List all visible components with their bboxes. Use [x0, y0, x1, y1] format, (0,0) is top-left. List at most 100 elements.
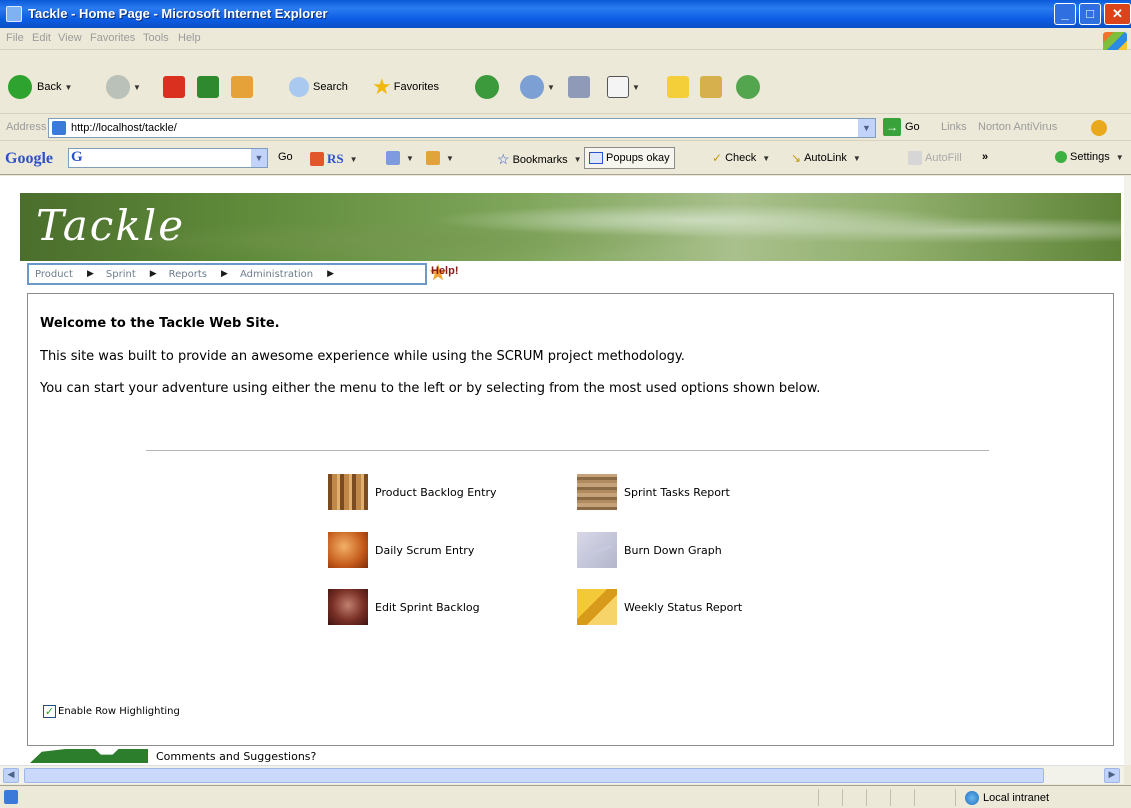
security-zone[interactable]: Local intranet: [965, 791, 1049, 805]
chevron-down-icon: ▼: [632, 82, 640, 92]
window-title-bar[interactable]: Tackle - Home Page - Microsoft Internet …: [0, 0, 1131, 28]
forward-arrow-icon: [106, 75, 130, 99]
menu-view[interactable]: View: [58, 32, 82, 44]
settings-button[interactable]: Settings ▼: [1055, 151, 1124, 163]
rs-button[interactable]: RS ▼: [310, 151, 358, 167]
check-button[interactable]: ✓ Check ▼: [712, 151, 770, 165]
menu-help[interactable]: Help: [178, 32, 201, 44]
menu-favorites[interactable]: Favorites: [90, 32, 135, 44]
link-label: Weekly Status Report: [624, 600, 743, 614]
scroll-thumb[interactable]: [24, 768, 1044, 783]
mail-icon: [520, 75, 544, 99]
news-icon: [386, 151, 400, 165]
menu-file[interactable]: File: [6, 32, 24, 44]
instructions-paragraph: You can start your adventure using eithe…: [40, 381, 821, 396]
search-label: Search: [313, 81, 348, 93]
nav-sprint[interactable]: Sprint ▶: [100, 269, 163, 280]
row-highlighting-label: Enable Row Highlighting: [58, 706, 180, 717]
go-label: Go: [905, 121, 920, 133]
popup-blocker-icon: [589, 152, 603, 164]
nav-reports[interactable]: Reports ▶: [163, 269, 234, 280]
windows-logo-icon: [1103, 32, 1127, 52]
settings-label: Settings: [1070, 151, 1110, 163]
scroll-left-icon[interactable]: ◀: [3, 768, 19, 783]
sprint-tasks-report-link[interactable]: Sprint Tasks Report: [577, 474, 730, 510]
weekly-status-report-link[interactable]: Weekly Status Report: [577, 589, 742, 625]
back-label: Back: [37, 81, 62, 93]
menu-tools[interactable]: Tools: [143, 32, 169, 44]
autolink-button[interactable]: ↘ AutoLink ▼: [791, 151, 861, 165]
mail-button[interactable]: ▼: [520, 73, 555, 101]
history-button[interactable]: [475, 73, 499, 101]
google-toolbar: Google G ▼ Go RS ▼ ▼ ▼ ☆ Bookmarks ▼ Pop…: [0, 142, 1131, 175]
bookmarks-button[interactable]: ☆ Bookmarks ▼: [497, 151, 582, 168]
chevron-down-icon: ▼: [852, 153, 861, 163]
chevron-down-icon[interactable]: ▼: [251, 149, 267, 167]
weekly-status-icon: [577, 589, 617, 625]
footer-logo: [30, 749, 148, 763]
links-label[interactable]: Links: [941, 121, 967, 133]
status-separator: [955, 789, 956, 806]
back-button[interactable]: Back ▼: [8, 73, 72, 101]
ie-app-icon[interactable]: [6, 6, 22, 22]
edit-sprint-backlog-link[interactable]: Edit Sprint Backlog: [328, 589, 480, 625]
google-go-button[interactable]: Go: [278, 151, 293, 163]
nav-administration-label: Administration: [239, 268, 314, 280]
minimize-button[interactable]: _: [1054, 3, 1076, 25]
notes-icon: [667, 76, 689, 98]
address-label: Address: [6, 121, 47, 133]
popups-okay-button[interactable]: Popups okay: [584, 147, 675, 169]
address-input[interactable]: http://localhost/tackle/ ▼: [48, 118, 876, 138]
link-label: Sprint Tasks Report: [624, 485, 730, 499]
chevron-down-icon: ▼: [762, 153, 771, 163]
star-icon: ★: [372, 74, 392, 99]
chevron-down-icon: ▼: [1115, 152, 1124, 162]
print-button[interactable]: [568, 73, 590, 101]
favorites-button[interactable]: ★ Favorites: [372, 73, 439, 101]
forward-button[interactable]: ▼: [106, 73, 141, 101]
more-chevron-button[interactable]: »: [982, 151, 988, 163]
messenger-button[interactable]: [736, 73, 760, 101]
site-logo-title[interactable]: Tackle: [36, 201, 185, 250]
daily-scrum-entry-link[interactable]: Daily Scrum Entry: [328, 532, 474, 568]
norton-icon[interactable]: [1091, 120, 1107, 136]
research-button[interactable]: [700, 73, 722, 101]
chevron-down-icon[interactable]: ▼: [858, 119, 875, 137]
help-link[interactable]: Help!: [429, 264, 459, 281]
row-highlighting-option[interactable]: ✓ Enable Row Highlighting: [43, 705, 180, 718]
search-button[interactable]: Search: [289, 73, 348, 101]
divider: [146, 450, 989, 451]
maximize-button[interactable]: □: [1079, 3, 1101, 25]
nav-sprint-label: Sprint: [105, 268, 136, 280]
notes-button[interactable]: [667, 73, 689, 101]
news-button[interactable]: ▼: [386, 151, 414, 165]
burn-down-graph-link[interactable]: Burn Down Graph: [577, 532, 722, 568]
bookmark-star-icon: ☆: [497, 151, 510, 167]
scroll-right-icon[interactable]: ▶: [1104, 768, 1120, 783]
refresh-button[interactable]: [197, 73, 219, 101]
home-button[interactable]: [231, 73, 253, 101]
stop-button[interactable]: [163, 73, 185, 101]
google-search-input[interactable]: G ▼: [68, 148, 268, 168]
comments-link[interactable]: Comments and Suggestions?: [156, 750, 316, 763]
close-button[interactable]: ✕: [1104, 3, 1131, 25]
chevron-down-icon: ▼: [573, 155, 582, 164]
horizontal-scrollbar[interactable]: ◀ ▶: [0, 765, 1124, 784]
product-backlog-entry-link[interactable]: Product Backlog Entry: [328, 474, 497, 510]
vertical-scrollbar[interactable]: [1124, 176, 1131, 765]
nav-administration[interactable]: Administration ▶: [234, 269, 340, 280]
norton-antivirus-link[interactable]: Norton AntiVirus: [978, 121, 1057, 133]
site-footer: Comments and Suggestions?: [30, 749, 316, 763]
autofill-icon: [908, 151, 922, 165]
highlight-button[interactable]: ▼: [426, 151, 454, 165]
row-highlighting-checkbox[interactable]: ✓: [43, 705, 56, 718]
autofill-button[interactable]: AutoFill: [908, 151, 962, 165]
chevron-down-icon: ▼: [406, 153, 414, 163]
quick-links: Product Backlog Entry Sprint Tasks Repor…: [328, 474, 828, 654]
edit-word-button[interactable]: ▼: [607, 73, 640, 101]
menu-edit[interactable]: Edit: [32, 32, 51, 44]
go-button[interactable]: → Go: [883, 118, 920, 136]
nav-product[interactable]: Product ▶: [29, 269, 100, 280]
google-logo[interactable]: Google: [5, 150, 53, 168]
arrow-right-icon: ▶: [327, 269, 335, 279]
